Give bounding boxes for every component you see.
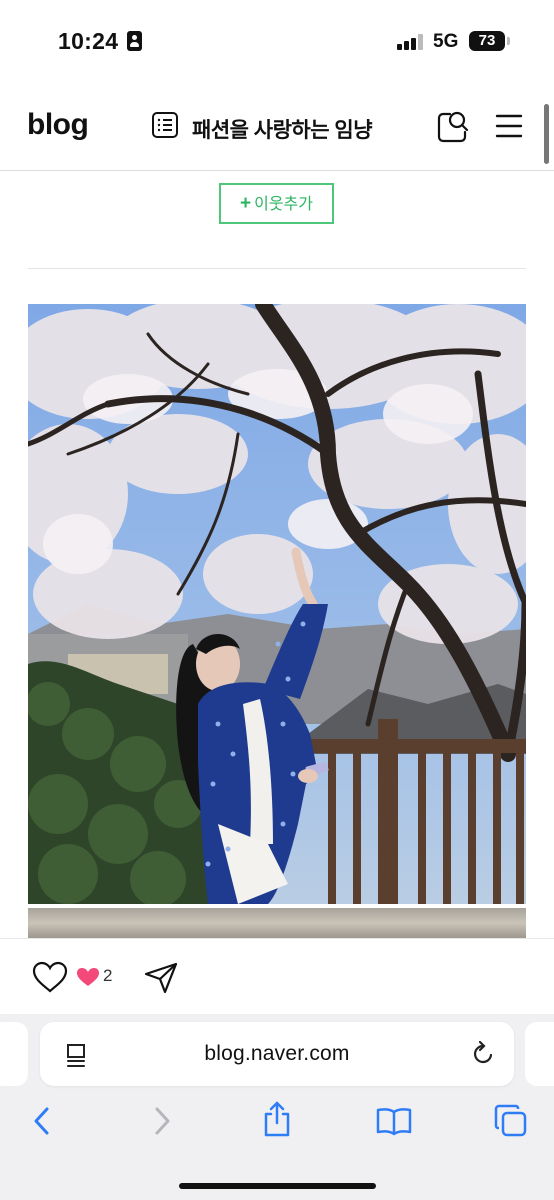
like-count: 2: [103, 966, 113, 985]
blog-logo[interactable]: blog: [27, 108, 89, 142]
forward-icon[interactable]: [151, 1106, 173, 1141]
post-photo[interactable]: [28, 304, 526, 904]
network-type: 5G: [433, 31, 459, 52]
status-bar: 10:24 5G 73: [0, 0, 554, 84]
url-text[interactable]: blog.naver.com: [40, 1042, 514, 1066]
address-bar[interactable]: blog.naver.com: [40, 1022, 514, 1086]
tabs-icon[interactable]: [494, 1104, 528, 1143]
cellular-signal-icon: [397, 34, 423, 50]
send-icon[interactable]: [144, 961, 178, 1000]
reload-icon[interactable]: [470, 1040, 496, 1072]
add-neighbor-label: 이웃추가: [254, 196, 313, 213]
divider: [28, 268, 526, 269]
status-time: 10:24: [58, 28, 119, 54]
search-icon[interactable]: [436, 108, 470, 149]
share-icon[interactable]: [262, 1100, 292, 1143]
scrollbar[interactable]: [544, 104, 549, 164]
next-post-photo[interactable]: [28, 908, 526, 938]
heart-outline-icon[interactable]: [31, 960, 69, 999]
previous-tab-preview[interactable]: [0, 1022, 28, 1086]
contact-card-icon: [127, 31, 142, 51]
next-tab-preview[interactable]: [525, 1022, 554, 1086]
home-indicator[interactable]: [179, 1183, 376, 1189]
post-list-icon[interactable]: [151, 111, 179, 144]
bookmarks-icon[interactable]: [376, 1106, 412, 1141]
post-action-bar: 2: [0, 938, 554, 1015]
plus-icon: +: [240, 193, 252, 214]
menu-icon[interactable]: [495, 113, 523, 144]
blog-title[interactable]: 패션을 사랑하는 임냥: [192, 114, 373, 144]
add-neighbor-button[interactable]: + 이웃추가: [219, 183, 334, 224]
back-icon[interactable]: [31, 1106, 53, 1141]
heart-filled-icon: [76, 967, 100, 992]
blog-header: blog 패션을 사랑하는 임냥: [0, 84, 554, 171]
battery-icon: 73: [469, 31, 510, 51]
